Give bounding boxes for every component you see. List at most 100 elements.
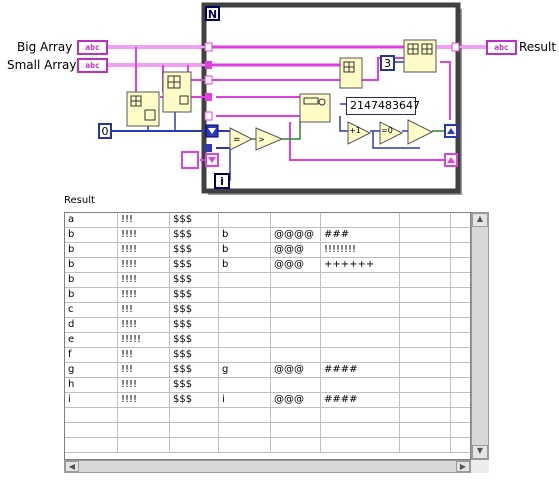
table-cell[interactable] [451,303,470,318]
table-cell[interactable] [219,423,271,438]
table-cell[interactable] [451,378,470,393]
table-cell[interactable] [451,273,470,288]
shift-register-left[interactable] [205,124,219,138]
table-cell[interactable]: @@@ [271,243,321,258]
replace-subset-node[interactable] [403,39,437,73]
table-cell[interactable] [451,408,470,423]
table-cell[interactable]: !!!!!!!! [321,243,400,258]
table-cell[interactable]: #### [321,363,400,378]
table-cell[interactable]: @@@ [271,258,321,273]
loop-count-terminal[interactable]: N [205,6,220,21]
table-cell[interactable] [400,438,451,453]
table-cell[interactable] [451,228,470,243]
result-terminal[interactable]: abc [486,40,517,55]
empty-string-constant[interactable] [181,151,199,169]
table-cell[interactable]: d [65,318,118,333]
table-cell[interactable] [271,378,321,393]
table-cell[interactable] [400,318,451,333]
table-cell[interactable]: !!! [118,348,170,363]
table-cell[interactable] [219,438,271,453]
table-cell[interactable]: i [219,393,271,408]
table-cell[interactable] [219,213,271,228]
table-cell[interactable] [400,348,451,363]
vertical-scrollbar[interactable]: ▲ ▼ [471,212,489,460]
table-cell[interactable] [65,408,118,423]
table-cell[interactable] [451,438,470,453]
table-cell[interactable]: b [219,228,271,243]
table-cell[interactable]: !!!! [118,318,170,333]
scroll-down-button[interactable]: ▼ [472,445,488,459]
table-cell[interactable]: $$$ [170,333,219,348]
table-cell[interactable]: $$$ [170,213,219,228]
table-cell[interactable]: $$$ [170,243,219,258]
table-cell[interactable]: $$$ [170,363,219,378]
table-cell[interactable] [400,423,451,438]
table-cell[interactable]: $$$ [170,288,219,303]
table-cell[interactable]: b [219,258,271,273]
table-cell[interactable] [271,318,321,333]
table-cell[interactable] [451,258,470,273]
three-constant[interactable]: 3 [380,55,395,71]
table-cell[interactable] [451,288,470,303]
table-cell[interactable]: $$$ [170,258,219,273]
shift-register-right[interactable] [444,124,458,138]
table-cell[interactable]: !!!! [118,273,170,288]
table-cell[interactable]: !!!! [118,243,170,258]
table-cell[interactable]: i [65,393,118,408]
table-cell[interactable]: !!!! [118,258,170,273]
table-cell[interactable] [118,438,170,453]
table-cell[interactable] [271,423,321,438]
zero-constant[interactable]: 0 [98,123,112,139]
string-shift-register-left[interactable] [205,153,219,167]
table-cell[interactable]: !!!! [118,228,170,243]
table-cell[interactable]: b [65,258,118,273]
table-cell[interactable]: h [65,378,118,393]
table-cell[interactable] [321,408,400,423]
table-cell[interactable] [170,408,219,423]
table-cell[interactable] [451,393,470,408]
table-cell[interactable] [400,303,451,318]
max-int-constant[interactable]: 2147483647 [346,97,420,115]
big-array-terminal[interactable]: abc [77,40,108,55]
table-cell[interactable]: $$$ [170,318,219,333]
table-cell[interactable]: f [65,348,118,363]
table-cell[interactable]: $$$ [170,228,219,243]
table-cell[interactable] [271,288,321,303]
table-cell[interactable]: b [65,243,118,258]
table-cell[interactable] [400,258,451,273]
table-cell[interactable]: $$$ [170,303,219,318]
table-cell[interactable] [271,273,321,288]
index-array-node-2[interactable] [162,71,192,113]
table-cell[interactable]: e [65,333,118,348]
scroll-up-button[interactable]: ▲ [472,213,488,227]
table-cell[interactable] [400,408,451,423]
table-cell[interactable] [321,303,400,318]
table-cell[interactable]: !!!! [118,378,170,393]
result-table[interactable]: a!!! $$$ b!!!! $$$ b @@@@ ### b!!!! $$$ b @@@!!!!!… [64,212,471,460]
table-cell[interactable] [451,348,470,363]
build-array-node[interactable] [339,57,363,89]
table-cell[interactable] [118,408,170,423]
table-cell[interactable]: $$$ [170,348,219,363]
table-cell[interactable]: !!! [118,303,170,318]
table-cell[interactable] [400,213,451,228]
table-cell[interactable]: $$$ [170,378,219,393]
table-cell[interactable] [451,243,470,258]
table-cell[interactable]: @@@ [271,363,321,378]
table-cell[interactable] [400,243,451,258]
table-cell[interactable] [400,288,451,303]
table-cell[interactable] [219,303,271,318]
table-cell[interactable] [400,228,451,243]
table-cell[interactable] [400,393,451,408]
table-cell[interactable]: !!! [118,363,170,378]
table-cell[interactable] [400,378,451,393]
table-cell[interactable]: !!!! [118,288,170,303]
table-cell[interactable]: b [65,228,118,243]
table-cell[interactable]: ++++++ [321,258,400,273]
table-cell[interactable] [451,423,470,438]
table-cell[interactable] [271,438,321,453]
table-cell[interactable] [219,318,271,333]
table-cell[interactable] [451,363,470,378]
table-cell[interactable]: b [65,288,118,303]
table-cell[interactable] [219,348,271,363]
